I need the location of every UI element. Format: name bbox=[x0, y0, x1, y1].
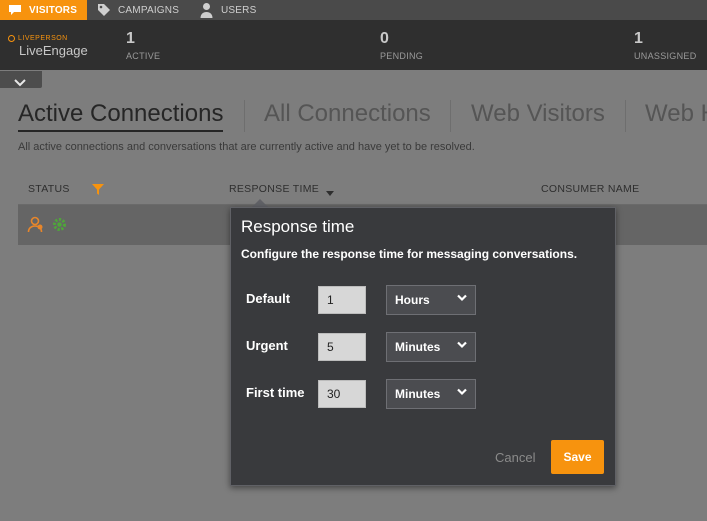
first-time-value-input[interactable]: 30 bbox=[318, 380, 366, 408]
tab-divider bbox=[244, 100, 245, 132]
top-nav: VISITORS CAMPAIGNS USERS bbox=[0, 0, 707, 20]
tab-web-history[interactable]: Web H bbox=[645, 100, 707, 128]
tag-icon bbox=[97, 3, 111, 17]
stats-bar: LIVEPERSON LiveEngage 1 ACTIVE 0 PENDING… bbox=[0, 20, 707, 70]
tab-all-connections[interactable]: All Connections bbox=[264, 100, 431, 128]
tab-active-connections[interactable]: Active Connections bbox=[18, 100, 224, 132]
stat-active-value: 1 bbox=[126, 30, 135, 47]
column-header-response-time[interactable]: RESPONSE TIME bbox=[229, 183, 319, 195]
first-time-label: First time bbox=[246, 385, 305, 400]
save-button[interactable]: Save bbox=[551, 440, 604, 474]
user-icon bbox=[200, 2, 213, 18]
brand-logo-mark bbox=[8, 35, 15, 42]
stat-pending-label: PENDING bbox=[380, 51, 424, 61]
chevron-down-icon bbox=[457, 340, 467, 352]
response-time-popover: Response time Configure the response tim… bbox=[230, 207, 616, 486]
caret-down-icon[interactable] bbox=[326, 184, 334, 202]
chevron-down-icon bbox=[14, 74, 26, 92]
column-header-status[interactable]: STATUS bbox=[28, 183, 70, 195]
chevron-down-icon bbox=[457, 293, 467, 305]
nav-visitors[interactable]: VISITORS bbox=[0, 0, 87, 20]
select-value: Minutes bbox=[395, 387, 441, 401]
brand-name: LiveEngage bbox=[19, 43, 88, 58]
popover-arrow bbox=[252, 199, 268, 207]
stat-pending-value: 0 bbox=[380, 30, 389, 47]
tab-web-visitors[interactable]: Web Visitors bbox=[471, 100, 605, 128]
nav-campaigns[interactable]: CAMPAIGNS bbox=[97, 0, 179, 20]
nav-users[interactable]: USERS bbox=[200, 0, 256, 20]
chevron-down-icon bbox=[457, 387, 467, 399]
nav-label: VISITORS bbox=[29, 4, 78, 16]
default-unit-select[interactable]: Hours bbox=[386, 285, 476, 315]
popover-title: Response time bbox=[241, 217, 355, 236]
popover-description: Configure the response time for messagin… bbox=[241, 247, 578, 261]
page-description: All active connections and conversations… bbox=[18, 141, 475, 153]
tab-divider bbox=[450, 100, 451, 132]
default-label: Default bbox=[246, 291, 291, 306]
brand-top: LIVEPERSON bbox=[18, 35, 68, 42]
select-value: Minutes bbox=[395, 340, 441, 354]
urgent-unit-select[interactable]: Minutes bbox=[386, 332, 476, 362]
gear-status-icon bbox=[52, 217, 67, 237]
collapse-toggle[interactable] bbox=[0, 71, 42, 88]
stat-active-label: ACTIVE bbox=[126, 51, 161, 61]
nav-label: USERS bbox=[221, 4, 257, 16]
stat-unassigned-label: UNASSIGNED bbox=[634, 51, 697, 61]
nav-label: CAMPAIGNS bbox=[118, 4, 180, 16]
column-header-consumer-name[interactable]: CONSUMER NAME bbox=[541, 183, 639, 195]
cancel-button[interactable]: Cancel bbox=[495, 450, 535, 465]
urgent-label: Urgent bbox=[246, 338, 288, 353]
select-value: Hours bbox=[395, 293, 430, 307]
first-time-unit-select[interactable]: Minutes bbox=[386, 379, 476, 409]
stat-unassigned-value: 1 bbox=[634, 30, 643, 47]
urgent-value-input[interactable]: 5 bbox=[318, 333, 366, 361]
agent-user-icon bbox=[27, 216, 44, 238]
chat-bubble-icon bbox=[8, 4, 22, 16]
tab-divider bbox=[625, 100, 626, 132]
filter-icon[interactable] bbox=[92, 182, 104, 200]
default-value-input[interactable]: 1 bbox=[318, 286, 366, 314]
